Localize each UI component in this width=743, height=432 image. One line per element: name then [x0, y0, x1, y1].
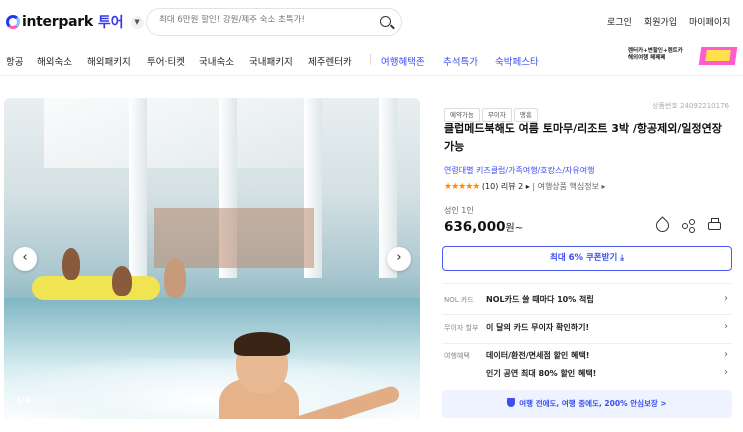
- guarantee-banner[interactable]: 여행 전에도, 여행 중에도, 200% 안심보장 >: [442, 390, 732, 418]
- benefit-text: 인기 공연 최대 80% 할인 혜택!: [486, 369, 597, 378]
- benefit-row-installment[interactable]: 무이자 할부 이 달의 카드 무이자 확인하기! ›: [444, 321, 732, 336]
- benefit-text: 이 달의 카드 무이자 확인하기!: [486, 323, 590, 332]
- top-header: interpark 투어 ▼ 로그인 회원가입 마이페이지: [0, 0, 743, 44]
- chevron-right-icon: ›: [724, 367, 728, 378]
- guarantee-text: 여행 전에도, 여행 중에도, 200% 안심보장 >: [519, 399, 667, 408]
- product-image-carousel[interactable]: ‹ › 1/4: [4, 98, 420, 419]
- rating-row: ★★★★★ (10) 리뷰 2 ▸ | 여행상품 핵심정보 ▸: [444, 182, 606, 192]
- benefit-label: 무이자 할부: [444, 324, 479, 332]
- login-link[interactable]: 로그인: [607, 15, 632, 28]
- nav-item-chuseok-deal[interactable]: 추석특가: [443, 54, 478, 68]
- share-icon[interactable]: [682, 219, 695, 232]
- promo-badge-icon: [698, 47, 738, 65]
- review-link[interactable]: 리뷰 2 ▸: [501, 182, 530, 191]
- mypage-link[interactable]: 마이페이지: [689, 15, 730, 28]
- shield-icon: [507, 398, 516, 407]
- nav-item-stay-festa[interactable]: 숙박페스타: [495, 54, 539, 68]
- chevron-down-icon[interactable]: ▼: [130, 15, 144, 29]
- search-icon[interactable]: [380, 16, 391, 27]
- product-number: 상품번호 24092210176: [652, 102, 729, 110]
- benefit-text: NOL카드 쓸 때마다 10% 적립: [486, 295, 594, 304]
- nav-item-flight[interactable]: 항공: [6, 54, 23, 68]
- nav-item-domestic-stay[interactable]: 국내숙소: [199, 54, 234, 68]
- benefit-row-travel[interactable]: 여행혜택 데이터/환전/면세점 할인 혜택! ›: [444, 349, 732, 364]
- rating-count: (10): [481, 182, 499, 191]
- nav-item-tour-ticket[interactable]: 투어·티켓: [147, 54, 185, 68]
- price-value: 636,000: [444, 219, 506, 235]
- price: 636,000원~: [444, 219, 523, 235]
- ceiling-graphic: [44, 98, 304, 168]
- search-box: [146, 8, 402, 36]
- chevron-right-icon: ›: [724, 349, 728, 360]
- product-tags[interactable]: 연령대별 키즈클럽/가족여행/호캉스/자유여행: [444, 165, 594, 176]
- promo-line-2: 해외여행 페페페: [628, 55, 666, 61]
- benefit-row-show[interactable]: 인기 공연 최대 80% 할인 혜택! ›: [444, 367, 732, 382]
- chevron-right-icon: ›: [724, 293, 728, 304]
- price-unit: 원~: [505, 223, 524, 234]
- print-icon[interactable]: [708, 218, 721, 230]
- benefit-row-card[interactable]: NOL 카드 NOL카드 쓸 때마다 10% 적립 ›: [444, 293, 732, 308]
- benefit-text: 데이터/환전/면세점 할인 혜택!: [486, 351, 590, 360]
- promo-line-1: 렌터카+변할인+렌트카: [628, 48, 683, 54]
- rating-stars-icon: ★★★★★: [444, 182, 480, 192]
- logo[interactable]: interpark 투어 ▼: [6, 12, 144, 32]
- nav-divider: [370, 54, 371, 65]
- benefit-label: NOL 카드: [444, 296, 474, 304]
- header-divider: [0, 75, 743, 76]
- benefit-label: 여행혜택: [444, 352, 470, 360]
- product-title: 클럽메드북해도 여름 토마무/리조트 3박 /항공제외/일정연장가능: [444, 122, 722, 153]
- coupon-button[interactable]: 최대 6% 쿠폰받기 ⤓: [442, 246, 732, 271]
- nav-item-travel-benefits[interactable]: 여행혜택존: [381, 54, 425, 68]
- nav-item-jeju-rentacar[interactable]: 제주렌터카: [308, 54, 352, 68]
- next-image-button[interactable]: ›: [387, 247, 411, 271]
- promo-banner[interactable]: 렌터카+변할인+렌트카 해외여행 페페페: [628, 46, 738, 68]
- prev-image-button[interactable]: ‹: [13, 247, 37, 271]
- nav-item-overseas-package[interactable]: 해외패키지: [87, 54, 131, 68]
- action-icons: [653, 216, 721, 235]
- chevron-right-icon: ›: [724, 321, 728, 332]
- core-info-link[interactable]: 여행상품 핵심정보 ▸: [538, 182, 606, 191]
- nav-item-overseas-stay[interactable]: 해외숙소: [37, 54, 72, 68]
- nav-item-domestic-package[interactable]: 국내패키지: [249, 54, 293, 68]
- logo-text: interpark: [22, 14, 93, 30]
- chip-row: 예약가능 무이자 맹흥: [444, 102, 540, 122]
- logo-mark-icon: [6, 15, 20, 29]
- heart-icon[interactable]: [653, 216, 672, 235]
- float-tube-graphic: [32, 276, 160, 300]
- logo-tour: 투어: [97, 15, 124, 31]
- image-counter: 1/4: [16, 396, 31, 405]
- search-input[interactable]: [159, 15, 369, 25]
- pax-label: 성인 1인: [444, 206, 474, 215]
- signup-link[interactable]: 회원가입: [644, 15, 677, 28]
